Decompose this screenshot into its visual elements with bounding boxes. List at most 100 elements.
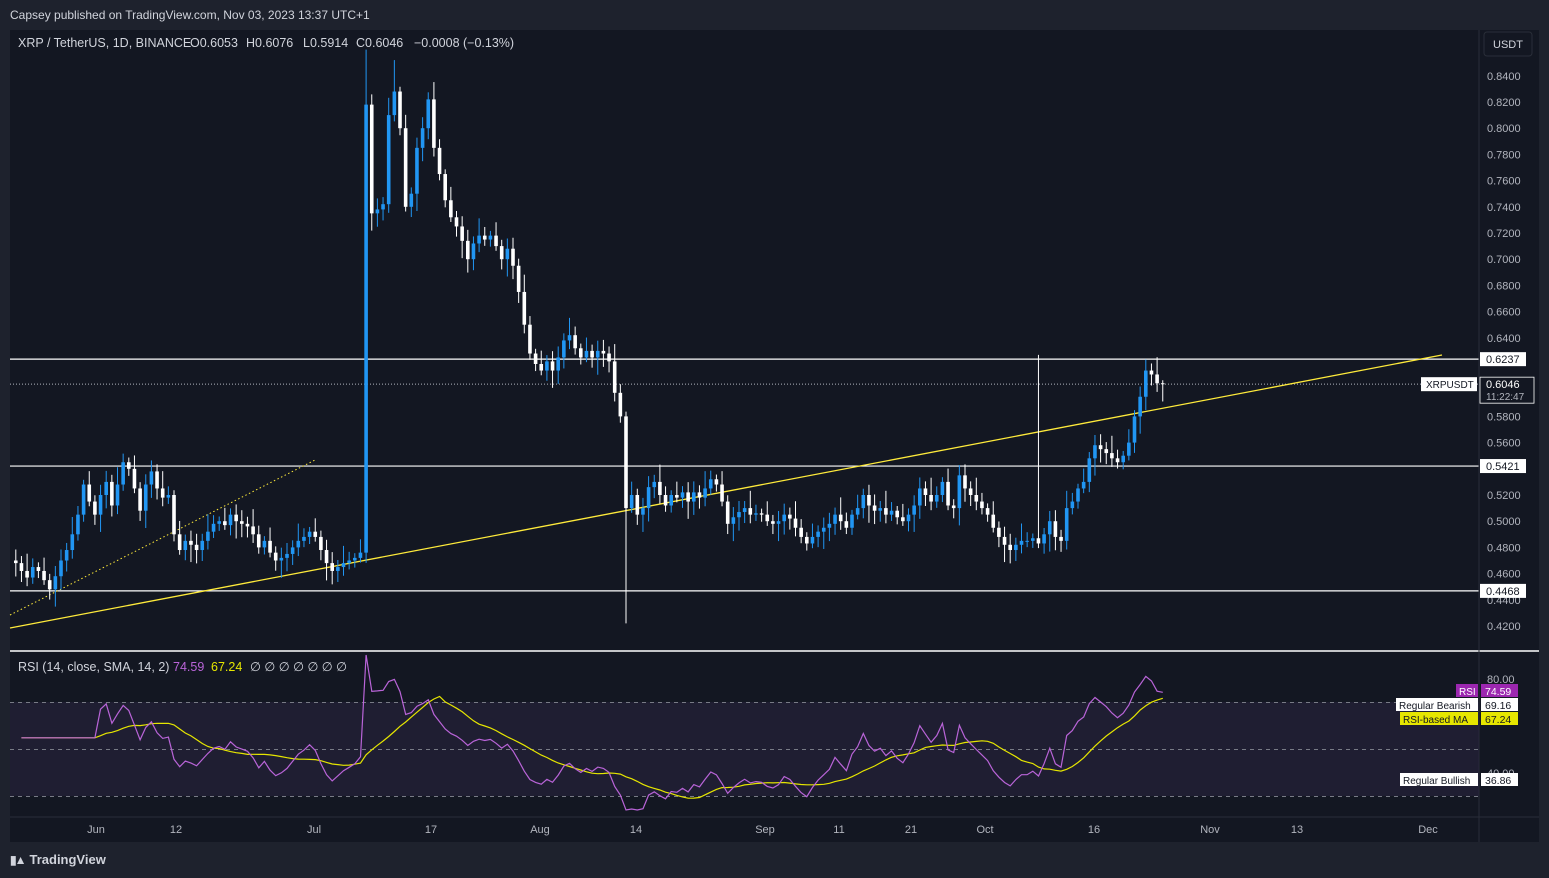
- candle-body: [279, 557, 284, 561]
- symbol-title[interactable]: XRP / TetherUS, 1D, BINANCE: [18, 36, 191, 50]
- price-tick-label: 0.8200: [1487, 97, 1521, 109]
- candle-body: [528, 324, 532, 354]
- candle-body: [211, 523, 216, 532]
- candle-body: [160, 488, 165, 498]
- candle-body: [1002, 536, 1007, 545]
- candle-body: [268, 540, 272, 553]
- tradingview-logo[interactable]: ▮▲ TradingView: [10, 852, 106, 867]
- candle-body: [776, 521, 781, 524]
- candle-body: [754, 513, 758, 515]
- rsi-pane[interactable]: 80.0040.00RSI74.59Regular Bearish69.16RS…: [10, 654, 1518, 811]
- candle-body: [901, 517, 905, 522]
- candle-body: [533, 353, 538, 364]
- candle-body: [177, 534, 182, 551]
- candle-body: [838, 514, 843, 522]
- candle-body: [855, 508, 860, 515]
- candle-body: [850, 514, 854, 528]
- time-tick-label: 17: [425, 824, 437, 836]
- candle-body: [703, 488, 707, 498]
- candle-body: [132, 468, 137, 489]
- price-tick-label: 0.7200: [1487, 228, 1521, 240]
- candle-body: [963, 475, 967, 489]
- candle-body: [1110, 453, 1114, 459]
- candle-body: [951, 505, 956, 509]
- candle-body: [223, 521, 227, 526]
- price-tick-label: 0.4600: [1487, 569, 1521, 581]
- candle-body: [929, 495, 933, 502]
- candle-body: [669, 495, 673, 506]
- candle-body: [1081, 481, 1086, 489]
- candle-body: [319, 536, 323, 551]
- candle-body: [217, 521, 221, 524]
- candles: [14, 49, 1165, 624]
- candle-body: [81, 484, 86, 515]
- candle-body: [1104, 449, 1109, 454]
- candle-body: [1144, 370, 1148, 397]
- candle-body: [957, 475, 962, 509]
- candle-body: [488, 235, 493, 240]
- rsi-title[interactable]: RSI (14, close, SMA, 14, 2): [18, 660, 169, 674]
- candle-body: [545, 361, 549, 371]
- candle-body: [511, 248, 515, 266]
- candle-body: [1070, 501, 1075, 509]
- candle-body: [652, 481, 657, 488]
- candle-body: [788, 514, 792, 519]
- rsi-tag-label: RSI-based MA: [1403, 715, 1468, 726]
- horizontal-levels[interactable]: 0.6237 0.5421 0.4468 XRPUSDT 0.604611:22:47: [10, 352, 1535, 598]
- candle-body: [53, 576, 58, 590]
- candle-body: [189, 540, 193, 545]
- candle-body: [968, 488, 973, 495]
- candle-body: [906, 514, 911, 522]
- candle-body: [827, 523, 832, 528]
- candle-body: [307, 531, 312, 537]
- candle-body: [980, 501, 984, 509]
- candle-body: [25, 570, 29, 578]
- candle-body: [499, 246, 504, 260]
- candle-body: [330, 563, 334, 571]
- chart-canvas[interactable]: 0.8400 0.8200 0.8000 0.7800 0.7600 0.7400 0.72…: [0, 0, 1549, 878]
- candle-body: [353, 557, 357, 561]
- candle-body: [110, 481, 114, 506]
- candle-body: [324, 550, 329, 564]
- candle-body: [940, 481, 945, 495]
- candle-body: [64, 550, 69, 561]
- candle-body: [872, 505, 877, 511]
- price-tick-label: 0.7600: [1487, 176, 1521, 188]
- time-tick-label: 13: [1291, 824, 1303, 836]
- candle-body: [731, 517, 736, 524]
- trendlines[interactable]: [9, 354, 1443, 629]
- price-pane[interactable]: 0.8400 0.8200 0.8000 0.7800 0.7600 0.7400 0.72…: [9, 49, 1535, 633]
- price-tick-label: 0.6400: [1487, 333, 1521, 345]
- ascending-trendline[interactable]: [9, 354, 1443, 629]
- rsi-tag-label: Regular Bullish: [1403, 776, 1470, 787]
- time-axis[interactable]: Jun 12 Jul 17 Aug 14 Sep 11 21 Oct 16 Nov 13 Dec: [87, 824, 1438, 836]
- candle-body: [256, 534, 261, 548]
- candle-body: [1014, 544, 1018, 551]
- candle-body: [296, 540, 301, 548]
- candle-body: [1036, 538, 1041, 544]
- candle-body: [550, 361, 555, 371]
- candle-body: [172, 495, 176, 535]
- candle-body: [748, 508, 753, 515]
- candle-body: [477, 235, 481, 244]
- candle-body: [234, 514, 238, 522]
- price-tick-label: 0.7400: [1487, 202, 1521, 214]
- price-tick-label: 0.4800: [1487, 542, 1521, 554]
- candle-body: [47, 580, 52, 590]
- time-tick-label: 16: [1088, 824, 1100, 836]
- candle-body: [1059, 536, 1063, 541]
- candle-body: [595, 350, 600, 358]
- time-tick-label: Jul: [307, 824, 321, 836]
- candle-body: [415, 147, 419, 194]
- candle-body: [1008, 544, 1012, 551]
- candle-body: [240, 521, 244, 524]
- candle-body: [612, 361, 617, 393]
- price-tick-label: 0.5200: [1487, 490, 1521, 502]
- candle-body: [505, 248, 510, 260]
- candle-body: [245, 523, 250, 527]
- candle-body: [1098, 445, 1103, 450]
- rsi-value-label: 36.86: [1485, 775, 1511, 787]
- candle-body: [127, 462, 131, 469]
- candle-body: [641, 508, 645, 515]
- currency-button-label: USDT: [1493, 39, 1523, 51]
